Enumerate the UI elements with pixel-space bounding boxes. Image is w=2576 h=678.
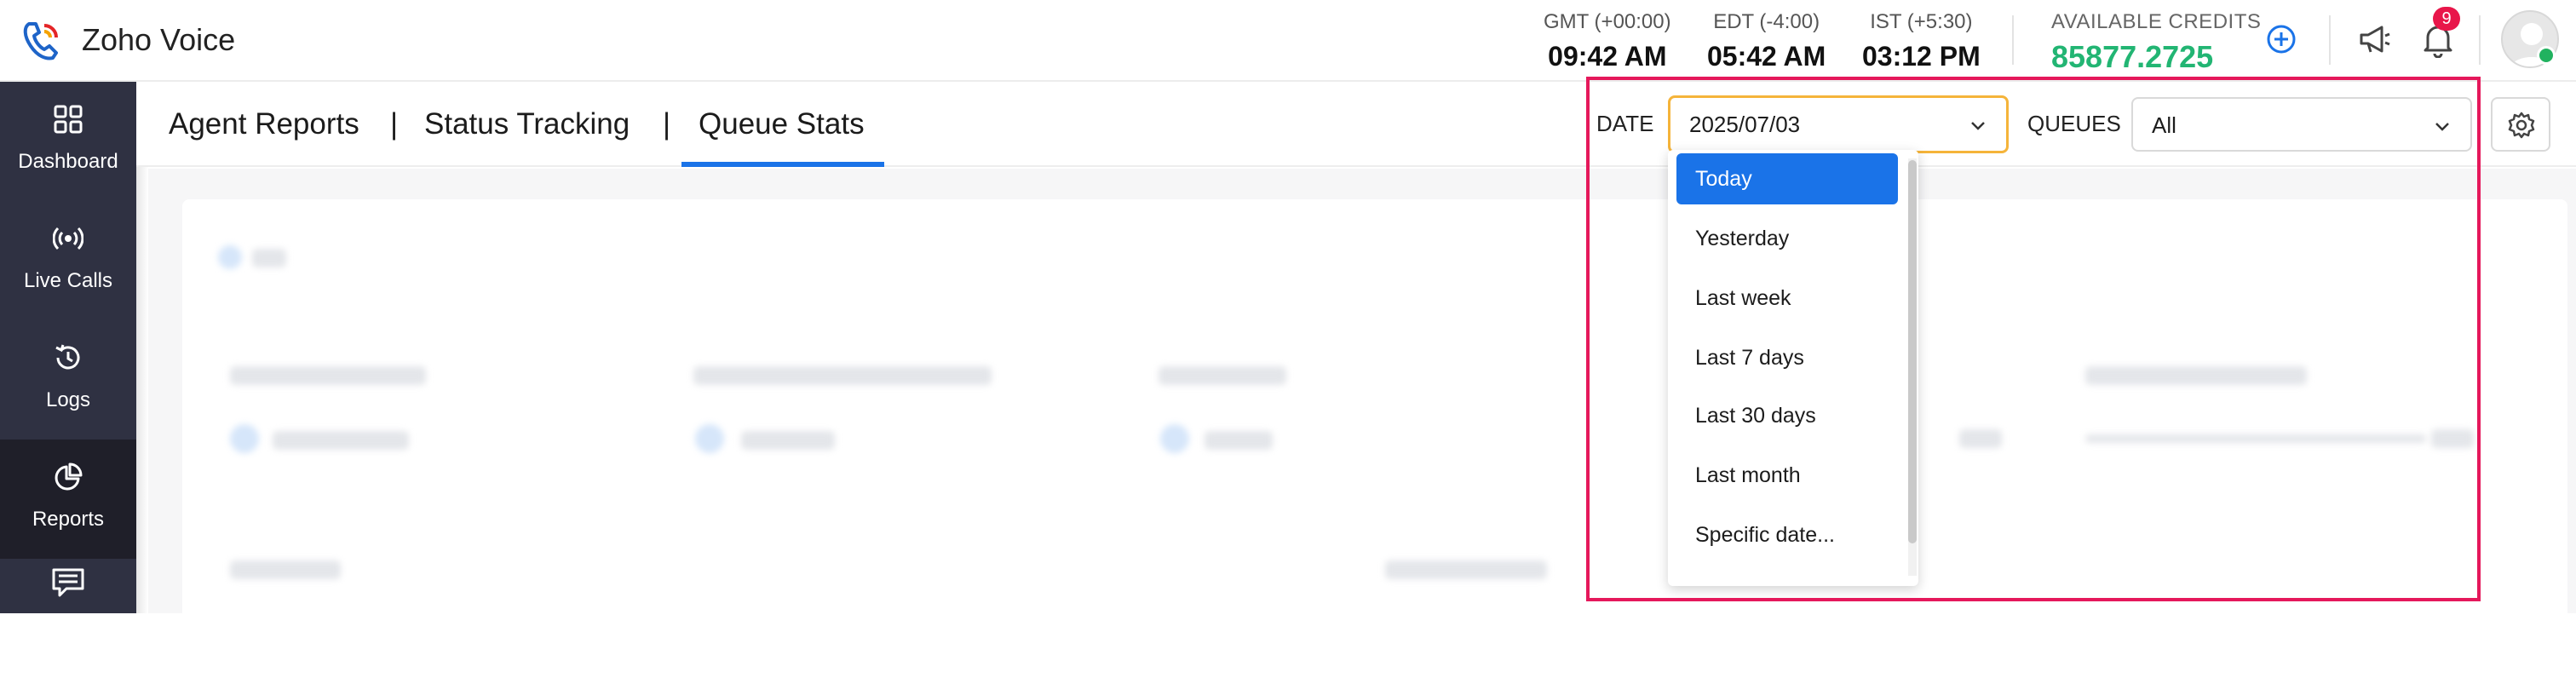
sidebar-item-label: Logs — [45, 388, 91, 411]
message-icon — [52, 568, 84, 597]
timezone-edt: EDT (-4:00) 05:42 AM — [1707, 10, 1826, 72]
timezone-ist: IST (+5:30) 03:12 PM — [1862, 10, 1981, 72]
placeholder — [230, 366, 426, 385]
timezone-time: 09:42 AM — [1548, 41, 1667, 72]
available-credits: AVAILABLE CREDITS 85877.2725 — [2051, 10, 2261, 75]
tab-separator: | — [663, 107, 671, 141]
placeholder — [695, 424, 724, 453]
divider — [2329, 15, 2331, 65]
placeholder — [1159, 366, 1286, 385]
placeholder — [252, 249, 286, 267]
placeholder — [218, 245, 242, 269]
phone-logo-icon — [23, 22, 58, 60]
sidebar-item-reports[interactable]: Reports — [0, 440, 136, 559]
online-status-dot — [2537, 46, 2556, 65]
placeholder — [1160, 424, 1189, 453]
placeholder — [273, 431, 409, 450]
gear-icon — [2508, 112, 2535, 139]
broadcast-icon — [53, 227, 83, 250]
tab-queue-stats[interactable]: Queue Stats — [699, 107, 865, 141]
placeholder — [230, 424, 259, 453]
add-credits-icon[interactable] — [2266, 24, 2297, 55]
divider — [2012, 15, 2014, 65]
placeholder — [1385, 560, 1547, 579]
notification-badge: 9 — [2433, 7, 2460, 31]
tab-agent-reports[interactable]: Agent Reports — [169, 107, 359, 141]
sidebar-item-label: Live Calls — [23, 269, 113, 292]
app-name: Zoho Voice — [82, 22, 236, 57]
divider — [2479, 15, 2481, 65]
timezone-label: IST (+5:30) — [1870, 10, 1973, 33]
timezone-label: EDT (-4:00) — [1713, 10, 1820, 33]
placeholder — [741, 431, 835, 450]
timezone-gmt: GMT (+00:00) 09:42 AM — [1544, 10, 1671, 72]
placeholder — [693, 366, 992, 385]
credits-value: 85877.2725 — [2051, 39, 2214, 74]
placeholder — [1205, 431, 1273, 450]
grid-icon — [54, 105, 83, 134]
megaphone-icon[interactable] — [2358, 22, 2392, 56]
settings-button[interactable] — [2491, 97, 2550, 152]
credits-label: AVAILABLE CREDITS — [2051, 10, 2262, 33]
sidebar-item-label: Dashboard — [18, 150, 118, 173]
sidebar-item-logs[interactable]: Logs — [0, 320, 136, 440]
placeholder — [230, 560, 341, 579]
sidebar-item-label: Reports — [32, 508, 105, 531]
sidebar-item-dashboard[interactable]: Dashboard — [0, 82, 136, 201]
highlight-box — [1586, 77, 2481, 601]
sidebar-item-live-calls[interactable]: Live Calls — [0, 201, 136, 320]
pie-chart-icon — [55, 463, 83, 491]
sidebar-item-messages[interactable] — [0, 559, 136, 678]
tab-separator: | — [390, 107, 399, 141]
timezone-time: 03:12 PM — [1862, 41, 1981, 72]
timezone-label: GMT (+00:00) — [1544, 10, 1671, 33]
history-icon — [55, 344, 80, 370]
tab-status-tracking[interactable]: Status Tracking — [424, 107, 630, 141]
top-bar: Zoho Voice GMT (+00:00) 09:42 AM EDT (-4… — [0, 0, 2576, 82]
sidebar: Dashboard Live Calls Logs Reports — [0, 82, 136, 613]
timezone-time: 05:42 AM — [1707, 41, 1826, 72]
active-tab-indicator — [681, 162, 884, 167]
